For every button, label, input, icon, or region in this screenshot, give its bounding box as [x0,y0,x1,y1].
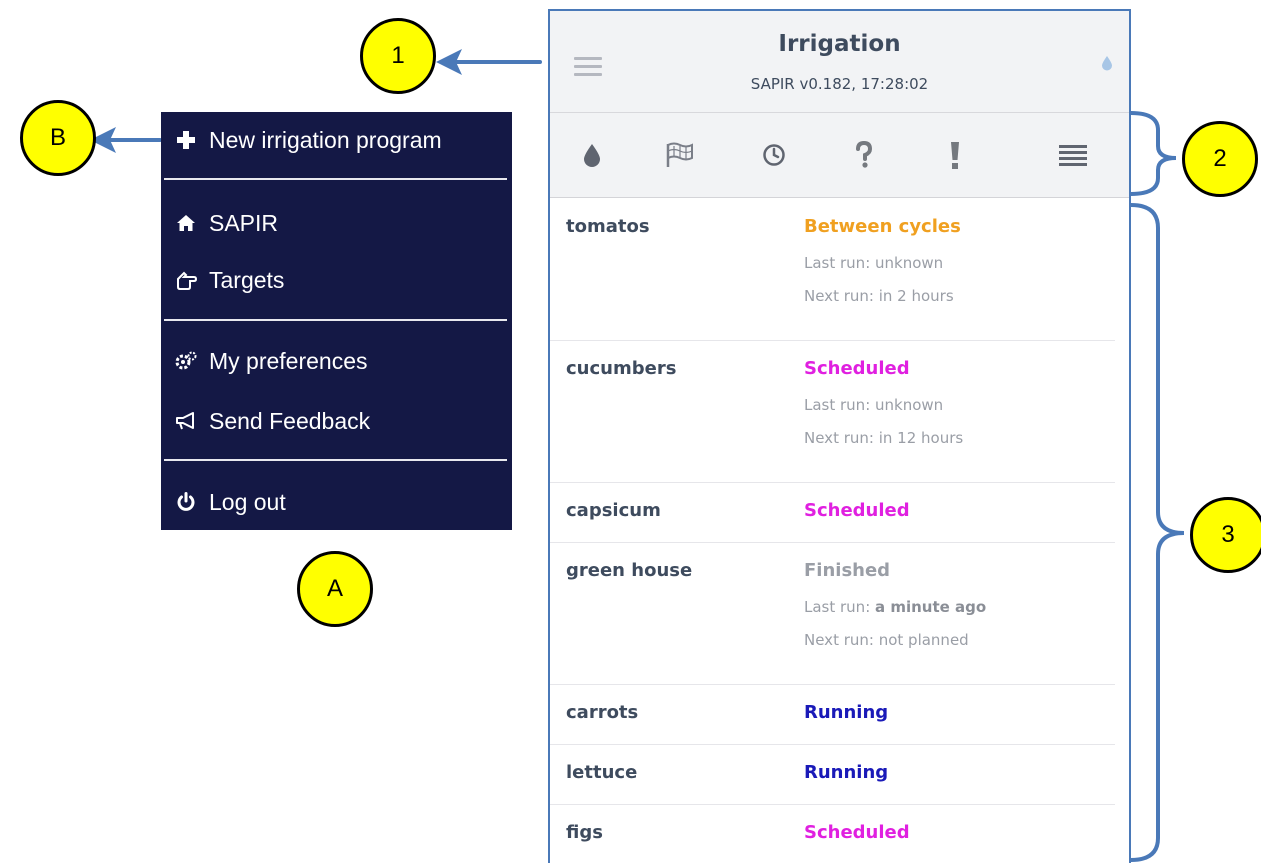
status-label: Running [804,702,889,723]
gears-icon [174,349,198,373]
menu-divider [164,459,507,461]
megaphone-icon [174,409,198,433]
next-run: Next run: in 12 hours [804,429,964,447]
program-row-tomatos[interactable]: tomatos Between cycles Last run: unknown… [550,198,1115,341]
page-title: Irrigation [778,31,901,57]
page-subtitle: SAPIR v0.182, 17:28:02 [750,75,929,93]
question-icon[interactable] [846,137,882,173]
menu-divider [164,319,507,321]
clock-icon[interactable] [756,137,792,173]
program-name: tomatos [566,216,650,237]
status-label: Scheduled [804,358,910,379]
side-menu: New irrigation program SAPIR Targets My … [161,112,512,530]
status-label: Finished [804,560,891,581]
status-label: Scheduled [804,500,910,521]
app-panel: Irrigation SAPIR v0.182, 17:28:02 tomato… [548,9,1131,863]
status-label: Running [804,762,889,783]
menu-item-send-feedback[interactable]: Send Feedback [174,404,370,438]
program-row-cucumbers[interactable]: cucumbers Scheduled Last run: unknown Ne… [550,340,1115,483]
program-name: figs [566,822,603,843]
callout-1: 1 [360,18,436,94]
program-name: green house [566,560,693,581]
program-name: capsicum [566,500,661,521]
next-run: Next run: not planned [804,631,969,649]
last-run: Last run: unknown [804,254,944,272]
water-drop-icon[interactable] [1101,55,1113,75]
list-icon[interactable] [1055,137,1091,173]
program-row-green-house[interactable]: green house Finished Last run: a minute … [550,542,1115,685]
program-name: carrots [566,702,639,723]
toolbar [550,113,1129,198]
last-run: Last run: unknown [804,396,944,414]
hand-pointer-icon [174,268,198,292]
callout-b: B [20,100,96,176]
menu-item-new-program[interactable]: New irrigation program [174,123,442,157]
menu-item-log-out[interactable]: Log out [174,485,286,519]
menu-item-sapir[interactable]: SAPIR [174,206,278,240]
menu-item-label: My preferences [209,347,368,374]
drop-icon[interactable] [574,137,610,173]
menu-item-label: Send Feedback [209,407,371,434]
menu-item-label: Targets [209,266,285,293]
next-run: Next run: in 2 hours [804,287,954,305]
program-name: cucumbers [566,358,677,379]
app-header: Irrigation SAPIR v0.182, 17:28:02 [550,11,1129,113]
callout-3: 3 [1190,497,1261,573]
status-label: Scheduled [804,822,910,843]
power-icon [174,490,198,514]
status-label: Between cycles [804,216,961,237]
callout-2: 2 [1182,121,1258,197]
program-row-lettuce[interactable]: lettuce Running [550,744,1115,805]
last-run: Last run: a minute ago [804,598,987,616]
program-row-capsicum[interactable]: capsicum Scheduled [550,482,1115,543]
program-row-carrots[interactable]: carrots Running [550,684,1115,745]
exclamation-icon[interactable] [937,137,973,173]
flag-icon[interactable] [662,137,698,173]
menu-item-preferences[interactable]: My preferences [174,344,368,378]
program-row-figs[interactable]: figs Scheduled [550,804,1115,863]
menu-item-targets[interactable]: Targets [174,263,284,297]
menu-item-label: Log out [209,488,286,515]
menu-item-label: New irrigation program [209,126,442,153]
home-icon [174,211,198,235]
menu-item-label: SAPIR [209,209,279,236]
plus-icon [174,128,198,152]
menu-divider [164,178,507,180]
callout-a: A [297,551,373,627]
program-name: lettuce [566,762,638,783]
